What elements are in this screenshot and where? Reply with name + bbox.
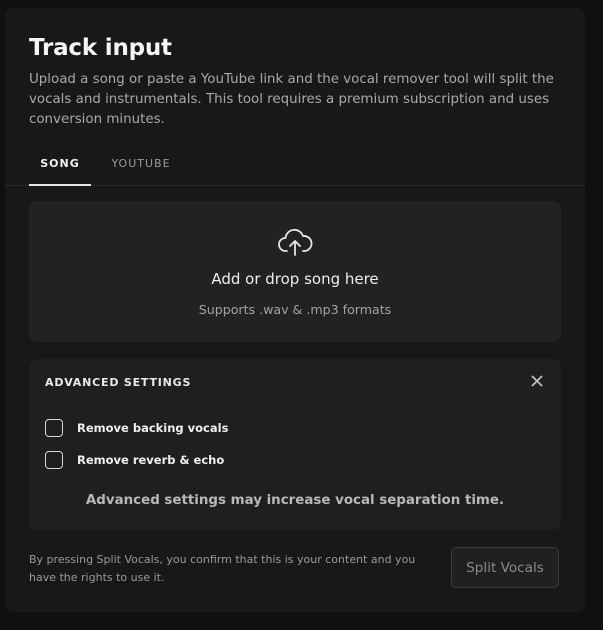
cloud-upload-icon <box>278 229 313 256</box>
dropzone-formats: Supports .wav & .mp3 formats <box>198 302 392 317</box>
remove-backing-vocals-checkbox[interactable] <box>45 419 63 437</box>
remove-reverb-echo-label: Remove reverb & echo <box>77 453 225 467</box>
remove-backing-vocals-label: Remove backing vocals <box>77 421 229 435</box>
dropzone-title: Add or drop song here <box>211 270 379 288</box>
rights-disclaimer: By pressing Split Vocals, you confirm th… <box>29 553 416 584</box>
song-dropzone[interactable]: Add or drop song here Supports .wav & .m… <box>29 201 561 342</box>
close-icon[interactable] <box>529 373 545 389</box>
tab-song[interactable]: SONG <box>29 153 91 186</box>
advanced-settings-title: ADVANCED SETTINGS <box>45 376 192 389</box>
panel-description: Upload a song or paste a YouTube link an… <box>29 72 554 127</box>
input-tabs: SONG YOUTUBE <box>5 153 585 186</box>
remove-reverb-echo-checkbox[interactable] <box>45 451 63 469</box>
track-input-panel: Track input Upload a song or paste a You… <box>5 8 585 612</box>
advanced-settings-note: Advanced settings may increase vocal sep… <box>85 493 505 508</box>
advanced-settings-card: ADVANCED SETTINGS Remove backing vocals … <box>29 359 561 530</box>
split-vocals-button[interactable]: Split Vocals <box>451 547 559 588</box>
page-title: Track input <box>29 35 172 61</box>
tab-youtube[interactable]: YOUTUBE <box>105 153 177 184</box>
